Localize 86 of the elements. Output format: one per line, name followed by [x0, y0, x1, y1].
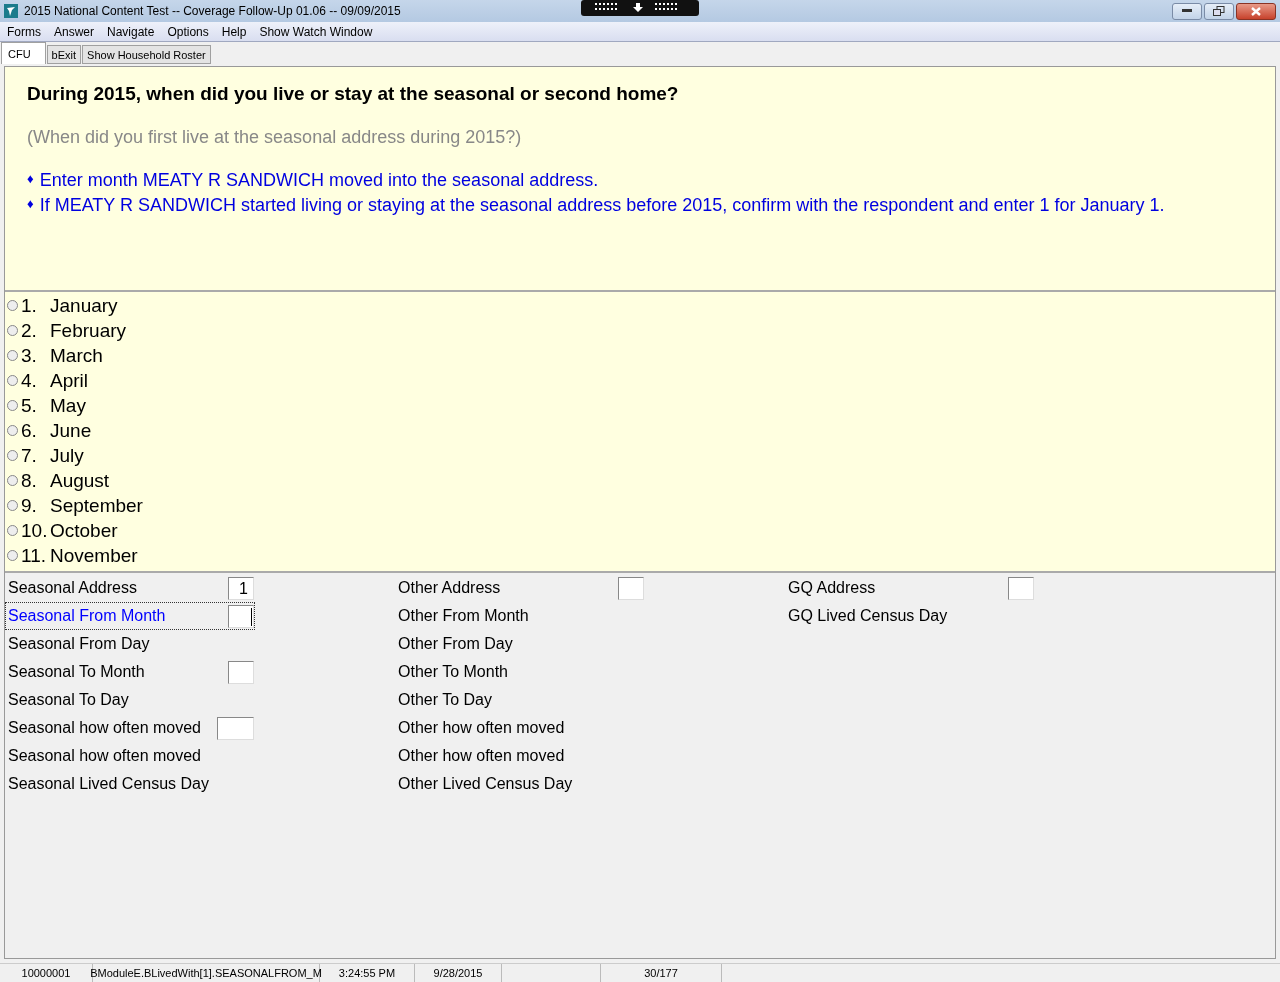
- radio-button[interactable]: [7, 375, 18, 386]
- field-label: Seasonal From Month: [8, 607, 167, 625]
- field-label: Seasonal From Day: [8, 635, 151, 653]
- tab[interactable]: bExit: [46, 45, 82, 64]
- menu-item[interactable]: Show Watch Window: [252, 24, 379, 39]
- restore-icon: [1213, 6, 1225, 16]
- field-label: Other how often moved: [398, 719, 566, 737]
- answer-label: October: [50, 519, 118, 542]
- radio-button[interactable]: [7, 550, 18, 561]
- answer-label: September: [50, 494, 143, 517]
- close-button[interactable]: [1236, 2, 1276, 20]
- field-label: Seasonal To Day: [8, 691, 130, 709]
- status-text: 30/177: [644, 967, 678, 979]
- bullet-icon: ♦: [27, 170, 34, 191]
- input-field[interactable]: [228, 604, 254, 628]
- instruction-text: Enter month MEATY R SANDWICH moved into the seasonal address.: [39, 170, 599, 191]
- answer-number: 7.: [21, 444, 38, 467]
- field-label: Seasonal Lived Census Day: [8, 775, 210, 793]
- input-field[interactable]: [228, 660, 254, 684]
- status-text: BModuleE.BLivedWith[1].SEASONALFROM_M: [90, 967, 322, 979]
- app-icon: [4, 4, 18, 18]
- question-text: During 2015, when did you live or stay at the seasonal or second home?: [27, 83, 680, 105]
- answer-label: August: [50, 469, 110, 492]
- field-label: GQ Lived Census Day: [788, 607, 949, 625]
- radio-button[interactable]: [7, 425, 18, 436]
- instruction-text: If MEATY R SANDWICH started living or staying at the seasonal address before 2015, confirm with the respondent and enter 1 for January 1.: [39, 195, 1165, 216]
- question-hint: (When did you first live at the seasonal address during 2015?): [27, 127, 523, 148]
- field-label: Seasonal how often moved: [8, 747, 202, 765]
- radio-button[interactable]: [7, 325, 18, 336]
- answer-label: March: [50, 344, 103, 367]
- answer-number: 8.: [21, 469, 38, 492]
- input-field[interactable]: [1008, 576, 1034, 600]
- answer-number: 5.: [21, 394, 38, 417]
- answer-number: 9.: [21, 494, 38, 517]
- radio-button[interactable]: [7, 350, 18, 361]
- field-label: Other To Day: [398, 691, 493, 709]
- answer-label: July: [50, 444, 84, 467]
- status-text: 9/28/2015: [433, 967, 483, 979]
- answer-label: November: [50, 544, 138, 567]
- answer-number: 6.: [21, 419, 38, 442]
- answer-label: February: [50, 319, 127, 342]
- answer-number: 1.: [21, 294, 38, 317]
- minimize-button[interactable]: [1172, 2, 1202, 20]
- answer-number: 11.: [21, 544, 47, 567]
- input-field[interactable]: 1: [228, 576, 254, 600]
- status-text: 3:24:55 PM: [338, 967, 396, 979]
- menu-item[interactable]: Forms: [0, 24, 47, 39]
- status-text: 10000001: [21, 967, 71, 979]
- field-label: Other Lived Census Day: [398, 775, 574, 793]
- field-label: Other To Month: [398, 663, 509, 681]
- answer-label: January: [50, 294, 118, 317]
- menu-item[interactable]: Navigate: [100, 24, 161, 39]
- menu-item[interactable]: Options: [160, 24, 215, 39]
- radio-button[interactable]: [7, 475, 18, 486]
- close-icon: [1251, 6, 1261, 16]
- answer-label: April: [50, 369, 88, 392]
- tab[interactable]: CFU: [1, 42, 46, 64]
- answer-label: June: [50, 419, 92, 442]
- radio-button[interactable]: [7, 525, 18, 536]
- field-label: Other how often moved: [398, 747, 566, 765]
- minimize-icon: [1182, 9, 1192, 13]
- field-label: GQ Address: [788, 579, 877, 597]
- bullet-icon: ♦: [27, 195, 34, 216]
- field-label: Other Address: [398, 579, 502, 597]
- window-title: 2015 National Content Test -- Coverage Follow-Up 01.06 -- 09/09/2015: [24, 4, 401, 18]
- field-label: Seasonal how often moved: [8, 719, 202, 737]
- answer-number: 4.: [21, 369, 38, 392]
- radio-button[interactable]: [7, 450, 18, 461]
- restore-button[interactable]: [1204, 2, 1234, 20]
- tab[interactable]: Show Household Roster: [82, 45, 211, 64]
- input-field[interactable]: [618, 576, 644, 600]
- radio-button[interactable]: [7, 400, 18, 411]
- toolbar-handle-icon[interactable]: [581, 0, 699, 16]
- answer-number: 3.: [21, 344, 38, 367]
- radio-button[interactable]: [7, 300, 18, 311]
- answer-number: 2.: [21, 319, 38, 342]
- field-label: Other From Month: [398, 607, 530, 625]
- answer-label: May: [50, 394, 86, 417]
- radio-button[interactable]: [7, 500, 18, 511]
- field-label: Seasonal Address: [8, 579, 138, 597]
- menu-item[interactable]: Answer: [47, 24, 100, 39]
- field-label: Other From Day: [398, 635, 514, 653]
- menu-item[interactable]: Help: [214, 24, 253, 39]
- answer-number: 10.: [21, 519, 49, 542]
- field-label: Seasonal To Month: [8, 663, 146, 681]
- input-field[interactable]: [217, 716, 254, 740]
